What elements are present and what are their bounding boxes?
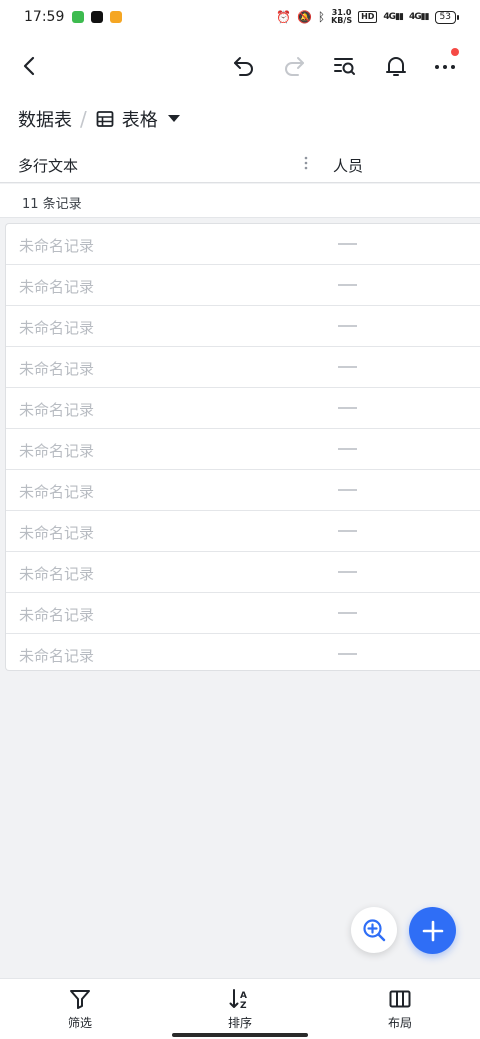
breadcrumb-parent[interactable]: 数据表 xyxy=(18,106,72,132)
empty-person-cell xyxy=(338,653,357,655)
table-row[interactable]: 未命名记录 xyxy=(6,347,480,388)
svg-text:A: A xyxy=(240,991,247,1001)
svg-text:Z: Z xyxy=(240,1001,247,1011)
app-notification-icon xyxy=(72,11,84,23)
column-header-secondary[interactable]: 人员 xyxy=(333,155,363,176)
breadcrumb-separator: / xyxy=(80,107,87,131)
table-row[interactable]: 未命名记录 xyxy=(6,593,480,634)
record-name: 未命名记录 xyxy=(19,278,95,296)
bluetooth-icon: ᛒ xyxy=(317,10,326,24)
column-header-row: 多行文本 人员 xyxy=(0,146,480,183)
sort-label: 排序 xyxy=(227,1016,252,1030)
record-name: 未命名记录 xyxy=(19,319,95,337)
record-count-bar: 11 条记录 xyxy=(0,184,480,218)
status-bar: 17:59 ⏰ 🔕 ᛒ 31.0 KB/S HD 4G▮▮ 4G▮▮ 53 xyxy=(0,0,480,36)
empty-person-cell xyxy=(338,530,357,532)
back-button[interactable] xyxy=(14,50,46,82)
more-horizontal-icon xyxy=(435,65,455,69)
zoom-in-icon xyxy=(363,919,386,942)
list-search-icon xyxy=(334,58,355,75)
more-button[interactable] xyxy=(429,48,461,82)
record-name: 未命名记录 xyxy=(19,606,95,624)
notifications-button[interactable] xyxy=(380,50,412,82)
sort-tab[interactable]: A Z 排序 xyxy=(200,987,280,1031)
record-name: 未命名记录 xyxy=(19,647,95,665)
empty-person-cell xyxy=(338,448,357,450)
add-record-button[interactable] xyxy=(409,907,456,954)
battery-icon: 53 xyxy=(434,10,460,24)
undo-button[interactable] xyxy=(228,50,260,82)
bottom-toolbar: 筛选 A Z 排序 布局 xyxy=(0,978,480,1039)
signal-icon: 4G▮▮ xyxy=(383,12,404,22)
table-row[interactable]: 未命名记录 xyxy=(6,634,480,670)
signal-2-label: 4G xyxy=(408,12,422,22)
empty-person-cell xyxy=(338,489,357,491)
empty-person-cell xyxy=(338,284,357,286)
redo-icon xyxy=(285,57,304,76)
status-time: 17:59 xyxy=(24,9,65,25)
record-table: 未命名记录 未命名记录 未命名记录 未命名记录 未命名记录 未命名记录 未命名记… xyxy=(5,223,480,671)
table-row[interactable]: 未命名记录 xyxy=(6,552,480,593)
filter-tab[interactable]: 筛选 xyxy=(40,987,120,1031)
column-header-primary[interactable]: 多行文本 xyxy=(18,155,78,176)
notification-dot xyxy=(451,48,459,56)
layout-tab[interactable]: 布局 xyxy=(360,987,440,1031)
status-indicators: ⏰ 🔕 ᛒ 31.0 KB/S HD 4G▮▮ 4G▮▮ 53 xyxy=(275,9,460,25)
columns-icon xyxy=(389,990,411,1008)
empty-person-cell xyxy=(338,325,357,327)
navigation-bar xyxy=(0,40,480,92)
empty-person-cell xyxy=(338,366,357,368)
undo-icon xyxy=(234,57,253,76)
chevron-left-icon xyxy=(23,56,35,76)
network-speed: 31.0 KB/S xyxy=(331,9,352,25)
plus-icon xyxy=(422,920,443,941)
breadcrumb: 数据表 / 表格 xyxy=(18,104,180,134)
hd-badge: HD xyxy=(358,11,378,23)
table-row[interactable]: 未命名记录 xyxy=(6,306,480,347)
record-name: 未命名记录 xyxy=(19,524,95,542)
mute-icon: 🔕 xyxy=(296,10,312,24)
weibo-notification-icon xyxy=(110,11,122,23)
home-indicator[interactable] xyxy=(172,1033,308,1037)
signal-1-label: 4G xyxy=(383,12,396,22)
record-name: 未命名记录 xyxy=(19,237,95,255)
zoom-button[interactable] xyxy=(351,907,397,953)
network-speed-unit: KB/S xyxy=(331,16,353,25)
table-row[interactable]: 未命名记录 xyxy=(6,429,480,470)
table-row[interactable]: 未命名记录 xyxy=(6,511,480,552)
empty-person-cell xyxy=(338,571,357,573)
table-row[interactable]: 未命名记录 xyxy=(6,470,480,511)
sort-az-icon: A Z xyxy=(229,989,247,1011)
empty-person-cell xyxy=(338,243,357,245)
record-name: 未命名记录 xyxy=(19,442,95,460)
record-name: 未命名记录 xyxy=(19,360,95,378)
filter-icon xyxy=(70,990,90,1009)
signal-icon: 4G▮▮ xyxy=(408,12,430,22)
table-row[interactable]: 未命名记录 xyxy=(6,224,480,265)
record-name: 未命名记录 xyxy=(19,483,95,501)
layout-label: 布局 xyxy=(387,1016,412,1030)
record-name: 未命名记录 xyxy=(19,401,95,419)
empty-person-cell xyxy=(338,612,357,614)
search-records-button[interactable] xyxy=(328,50,360,82)
redo-button[interactable] xyxy=(278,50,310,82)
caret-down-icon[interactable] xyxy=(167,115,180,123)
filter-label: 筛选 xyxy=(67,1016,92,1030)
empty-person-cell xyxy=(338,407,357,409)
record-name: 未命名记录 xyxy=(19,565,95,583)
alarm-icon: ⏰ xyxy=(275,10,291,24)
table-row[interactable]: 未命名记录 xyxy=(6,265,480,306)
grid-view-icon xyxy=(95,109,115,129)
column-resize-handle-icon[interactable] xyxy=(300,153,312,173)
record-count: 11 条记录 xyxy=(22,197,82,212)
bell-icon xyxy=(386,57,406,76)
view-name[interactable]: 表格 xyxy=(122,106,158,132)
table-row[interactable]: 未命名记录 xyxy=(6,388,480,429)
tiktok-notification-icon xyxy=(91,11,103,23)
